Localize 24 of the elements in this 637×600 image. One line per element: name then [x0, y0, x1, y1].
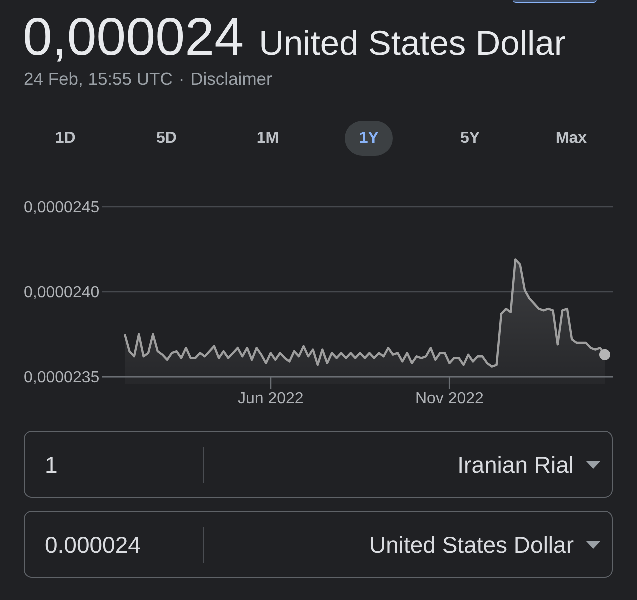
currency-dropdown[interactable]: United States Dollar [369, 530, 601, 560]
x-axis-label: Nov 2022 [415, 390, 484, 408]
timestamp-text: 24 Feb, 15:55 UTC [24, 69, 173, 90]
caret-icon [586, 460, 601, 468]
range-tab[interactable]: 5D [142, 121, 191, 156]
range-tab[interactable]: 1D [41, 121, 90, 156]
y-axis-label: 0,0000245 [24, 200, 100, 216]
currency-dropdown[interactable]: Iranian Rial [458, 450, 601, 480]
range-tab[interactable]: 5Y [446, 121, 494, 156]
x-axis-label: Jun 2022 [238, 390, 304, 408]
caret-icon [586, 540, 601, 548]
rate-value: 0,000024 [23, 11, 244, 64]
y-axis-label: 0,0000240 [24, 284, 100, 302]
end-point-icon [600, 349, 610, 360]
separator-dot: · [178, 69, 185, 90]
range-tab[interactable]: Max [542, 121, 601, 156]
range-tab[interactable]: 1M [242, 121, 294, 156]
partial-button[interactable] [513, 0, 597, 3]
range-tab[interactable]: 1Y [345, 121, 393, 156]
amount-field[interactable]: 0.000024 [45, 530, 185, 560]
disclaimer-link[interactable]: Disclaimer [190, 69, 272, 90]
amount-field[interactable]: 1 [45, 450, 185, 480]
target-currency-name: United States Dollar [259, 27, 566, 62]
y-axis-label: 0,0000235 [24, 370, 100, 386]
